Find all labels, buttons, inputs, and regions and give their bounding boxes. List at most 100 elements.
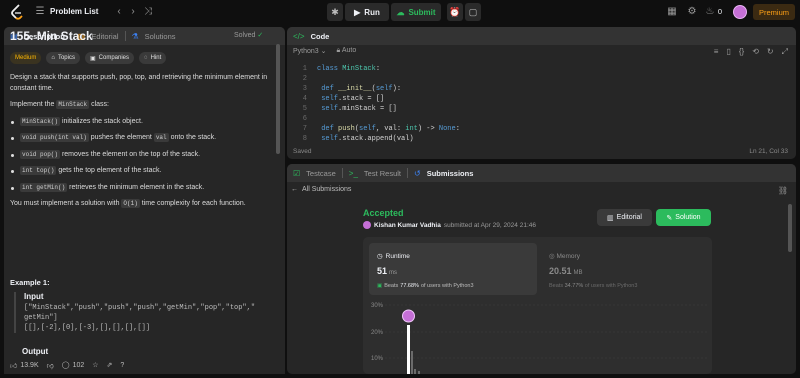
chart-bar[interactable] — [411, 351, 413, 374]
comment-count: 102 — [72, 361, 85, 369]
like-button[interactable]: 👍︎ 13.9K — [10, 361, 39, 370]
terminal-icon: >_ — [348, 168, 358, 178]
language-select[interactable]: Python3 ⌄ — [293, 47, 327, 55]
braces-icon[interactable]: {} — [739, 47, 744, 57]
solved-label: Solved — [234, 32, 256, 39]
chart-bar[interactable] — [414, 369, 416, 374]
y-tick-label: 30% — [371, 303, 384, 309]
submit-button[interactable]: ☁ Submit — [391, 3, 441, 21]
y-tick-label: 20% — [371, 330, 384, 336]
editorial-label: Editorial — [616, 214, 642, 221]
book-icon: ▥ — [607, 214, 614, 222]
result-tabs: ☑ Testcase >_ Test Result ↺ Submissions — [287, 164, 796, 182]
code-brackets-icon: </> — [293, 31, 305, 41]
debug-button[interactable]: ✱ — [327, 3, 343, 21]
complexity-prefix: You must implement a solution with — [10, 200, 122, 207]
tab-submissions[interactable]: Submissions — [427, 169, 474, 178]
tab-test-result[interactable]: Test Result — [364, 169, 401, 178]
code-line: 2 — [293, 74, 460, 84]
submission-status: Accepted — [363, 208, 404, 218]
inline-code: MinStack() — [20, 116, 61, 126]
premium-button[interactable]: Premium — [753, 4, 795, 20]
code-line: 3 def __init__(self): — [293, 84, 460, 94]
beats-prefix: Beats — [384, 283, 399, 289]
line-number: 7 — [302, 125, 307, 133]
beats-percent: 77.68% — [400, 283, 419, 289]
result-panel: ☑ Testcase >_ Test Result ↺ Submissions … — [287, 164, 796, 374]
help-icon: ? — [120, 361, 125, 369]
link-icon[interactable]: ⛓ — [778, 186, 788, 195]
settings-gear-icon[interactable]: ⚙ — [686, 6, 698, 18]
timer-button[interactable]: ⏰ — [447, 3, 463, 21]
bookmark-icon[interactable]: ▯ — [726, 47, 730, 57]
memory-heading[interactable]: ◎ Memory — [549, 252, 580, 260]
tab-editorial[interactable]: Editorial — [91, 32, 118, 41]
hint-tag[interactable]: ◌ Hint — [139, 52, 167, 64]
arrow-left-icon: ← — [291, 186, 298, 193]
code-line: 5 self.minStack = [] — [293, 104, 460, 114]
topics-tag[interactable]: ⌂ Topics — [46, 52, 80, 64]
shuffle-icon[interactable]: ⤨ — [142, 6, 154, 18]
bullet-text: initializes the stack object. — [60, 117, 143, 125]
expand-editor-icon[interactable]: ⟲ — [752, 47, 759, 57]
format-icon[interactable]: ≡ — [714, 47, 719, 57]
solutions-flask-icon: ⚗ — [131, 31, 139, 41]
input-value: [[],[-2],[0],[-3],[],[],[],[]] — [24, 324, 151, 332]
line-number: 3 — [302, 85, 307, 93]
beats-suffix: of users with Python3 — [584, 283, 638, 289]
next-problem-icon[interactable]: › — [127, 6, 139, 18]
run-button[interactable]: ▶ Run — [345, 3, 389, 21]
hint-label: Hint — [150, 55, 162, 61]
complexity-suffix: time complexity for each function. — [139, 200, 246, 207]
description-scrollbar[interactable] — [276, 44, 280, 154]
share-icon: ⇗ — [106, 362, 113, 369]
checkbox-icon: ☑ — [293, 168, 301, 178]
help-button[interactable]: ? — [120, 362, 124, 369]
companies-tag[interactable]: ▣ Companies — [84, 52, 135, 64]
share-button[interactable]: ⇗ — [107, 361, 113, 369]
auto-toggle[interactable]: 🔒︎ Auto — [337, 47, 357, 55]
chart-bar[interactable] — [418, 371, 420, 374]
user-position-avatar[interactable] — [402, 309, 415, 323]
tab-code[interactable]: Code — [311, 32, 330, 41]
performance-card: ◷ Runtime 51 ms ▣ Beats 77.68% of users wi… — [363, 237, 712, 374]
favorite-button[interactable]: ☆ — [92, 361, 98, 369]
inline-code: void push(int val) — [20, 133, 89, 142]
beats-badge-icon: ▣ — [377, 283, 383, 289]
solution-button[interactable]: ✎ Solution — [656, 209, 711, 226]
result-scrollbar[interactable] — [788, 204, 792, 252]
check-circle-icon: ✓ — [257, 32, 264, 39]
tab-testcase[interactable]: Testcase — [306, 169, 336, 178]
leetcode-logo-icon[interactable] — [10, 4, 24, 20]
chart-bar[interactable] — [407, 325, 410, 374]
fullscreen-icon[interactable]: ⤢ — [782, 47, 788, 57]
tab-solutions[interactable]: Solutions — [145, 32, 176, 41]
notes-button[interactable]: ▢ — [465, 3, 481, 21]
code-editor[interactable]: 1 class MinStack: 2 3 def __init__(self):… — [293, 64, 460, 144]
solved-status: Solved ✓ — [234, 31, 263, 39]
code-line: 8 self.stack.append(val) — [293, 134, 460, 144]
list-item: void pop() removes the element on the to… — [10, 149, 268, 161]
prev-problem-icon[interactable]: ‹ — [113, 6, 125, 18]
layout-grid-icon[interactable]: ▦ — [666, 6, 678, 18]
companies-label: Companies — [98, 55, 130, 61]
topics-label: Topics — [57, 55, 75, 61]
streak-count: 0 — [717, 7, 723, 16]
user-avatar[interactable] — [733, 5, 747, 19]
problem-list-link[interactable]: Problem List — [50, 7, 98, 16]
list-icon[interactable]: ☰ — [34, 6, 46, 18]
submitter-name[interactable]: Kishan Kumar Vadhia — [374, 222, 441, 229]
problem-title: 155. Min Stack — [10, 29, 93, 43]
runtime-box[interactable]: ◷ Runtime 51 ms ▣ Beats 77.68% of users wi… — [369, 243, 537, 295]
avatar — [363, 221, 371, 229]
inline-code: void pop() — [20, 149, 61, 159]
reset-icon[interactable]: ↻ — [767, 47, 774, 57]
back-to-submissions[interactable]: ← All Submissions — [291, 186, 351, 193]
line-number: 8 — [302, 135, 307, 143]
submission-meta: Kishan Kumar Vadhia submitted at Apr 29,… — [363, 221, 536, 229]
comments-button[interactable]: ◯ 102 — [62, 361, 85, 370]
y-tick-label: 10% — [371, 356, 384, 362]
code-panel: </> Code Python3 ⌄ 🔒︎ Auto ≡ ▯ {} ⟲ ↻ ⤢ … — [287, 27, 796, 159]
editorial-button[interactable]: ▥ Editorial — [597, 209, 652, 226]
dislike-button[interactable]: 👎︎ — [47, 361, 54, 370]
